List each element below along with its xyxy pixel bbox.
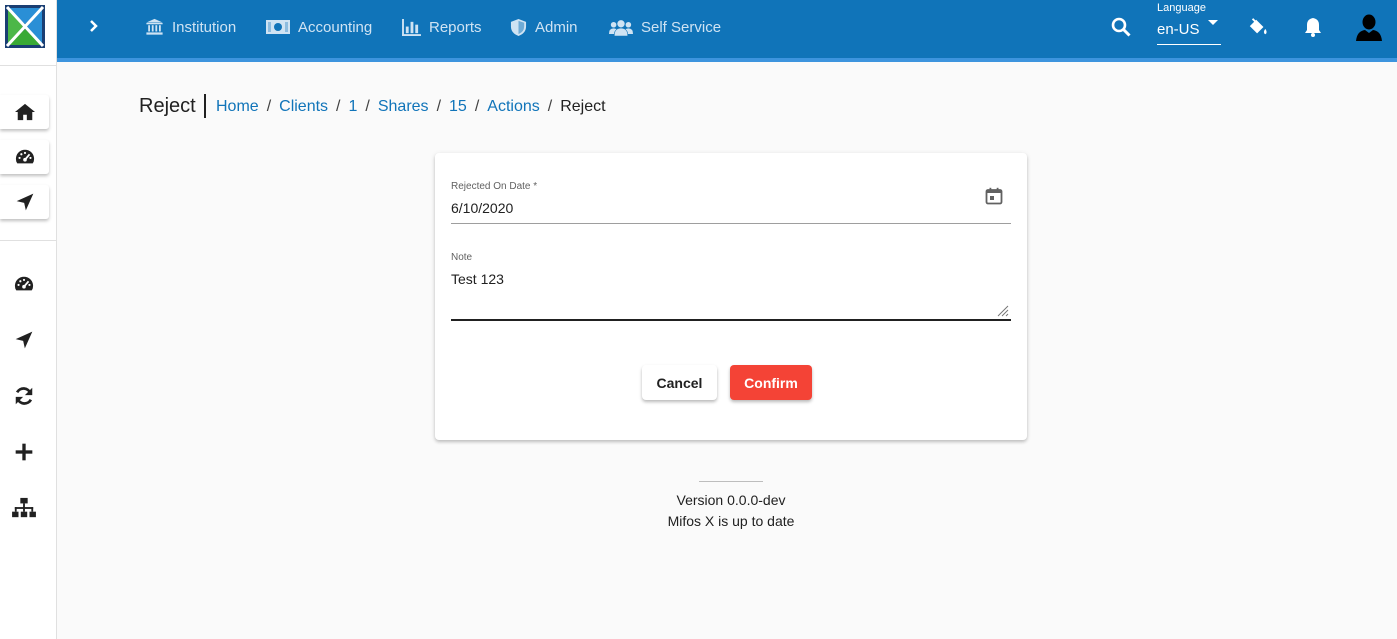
language-label: Language [1157,2,1206,14]
title-divider [204,94,206,118]
chevron-right-icon[interactable] [84,16,104,36]
search-button[interactable] [1109,15,1133,39]
money-icon [266,20,290,34]
sidebar-organization-link[interactable] [12,496,36,520]
users-icon [609,19,633,36]
breadcrumb-separator: / [547,98,553,115]
breadcrumb-shares[interactable]: Shares [378,98,429,116]
sidebar [0,0,57,639]
breadcrumb-separator: / [365,98,370,115]
language-value: en-US [1157,21,1200,38]
nav-accounting[interactable]: Accounting [266,16,372,38]
breadcrumb-client-id[interactable]: 1 [349,98,358,116]
nav-institution-label: Institution [172,18,237,36]
sidebar-dashboard-button[interactable] [0,140,49,174]
navigation-icon [15,331,33,349]
calendar-icon[interactable] [984,186,1004,206]
plus-icon [15,443,33,461]
navbar-accent-strip [57,58,1397,62]
breadcrumb-clients[interactable]: Clients [279,98,328,116]
navigation-icon [16,193,33,211]
breadcrumb-actions[interactable]: Actions [487,98,539,116]
reject-form-card: Rejected On Date * 6/10/2020 Note Test 1… [435,153,1027,440]
sidebar-home-button[interactable] [0,95,49,129]
nav-self-service-label: Self Service [641,18,722,36]
version-text: Version 0.0.0-dev [676,492,786,508]
search-icon [1111,17,1131,37]
note-label: Note [451,252,473,263]
breadcrumb-home[interactable]: Home [216,98,259,116]
dashboard-icon [15,149,34,164]
nav-admin[interactable]: Admin [510,16,578,38]
nav-accounting-label: Accounting [298,18,373,36]
page-title: Reject [139,95,196,117]
date-field-underline [451,223,1011,224]
shield-icon [510,18,527,36]
institution-icon [146,18,163,35]
bell-icon [1305,18,1321,37]
sidebar-add-link[interactable] [12,440,36,464]
update-status-text: Mifos X is up to date [667,513,795,529]
sidebar-navigation-link[interactable] [12,328,36,352]
theme-button[interactable] [1246,15,1270,39]
sidebar-dashboard-link[interactable] [12,272,36,296]
nav-admin-label: Admin [535,18,578,36]
note-field-underline [451,319,1011,321]
home-icon [14,103,35,121]
sidebar-navigation-button[interactable] [0,185,49,219]
breadcrumb-current: Reject [560,98,606,115]
sidebar-divider [0,240,56,241]
nav-reports[interactable]: Reports [402,16,482,38]
confirm-button[interactable]: Confirm [730,365,812,400]
breadcrumb-separator: / [266,98,272,115]
paint-bucket-icon [1249,18,1267,35]
note-textarea[interactable]: Test 123 [451,271,504,287]
sidebar-divider [0,65,56,66]
notifications-button[interactable] [1301,15,1325,39]
language-select[interactable]: en-US [1157,17,1221,45]
sidebar-sync-link[interactable] [12,384,36,408]
cancel-button[interactable]: Cancel [642,365,717,400]
nav-self-service[interactable]: Self Service [609,16,721,38]
breadcrumb-separator: / [336,98,341,115]
breadcrumb-separator: / [436,98,442,115]
nav-reports-label: Reports [429,18,482,36]
breadcrumb-separator: / [474,98,480,115]
rejected-on-date-input[interactable]: 6/10/2020 [451,200,513,216]
mifos-logo[interactable] [5,5,45,48]
user-menu-button[interactable] [1355,12,1383,42]
nav-institution[interactable]: Institution [145,16,236,38]
dashboard-icon [14,276,34,291]
caret-down-icon [1208,20,1218,25]
sync-icon [15,387,33,405]
breadcrumb-share-id[interactable]: 15 [449,98,467,116]
sitemap-icon [12,497,36,518]
resize-handle-icon[interactable] [995,303,1009,317]
breadcrumb: Home / Clients / 1 / Shares / 15 / Actio… [216,98,606,116]
footer-divider [699,481,763,482]
rejected-on-date-label: Rejected On Date * [451,181,538,192]
user-avatar-icon [1356,14,1382,41]
chart-icon [402,18,421,36]
